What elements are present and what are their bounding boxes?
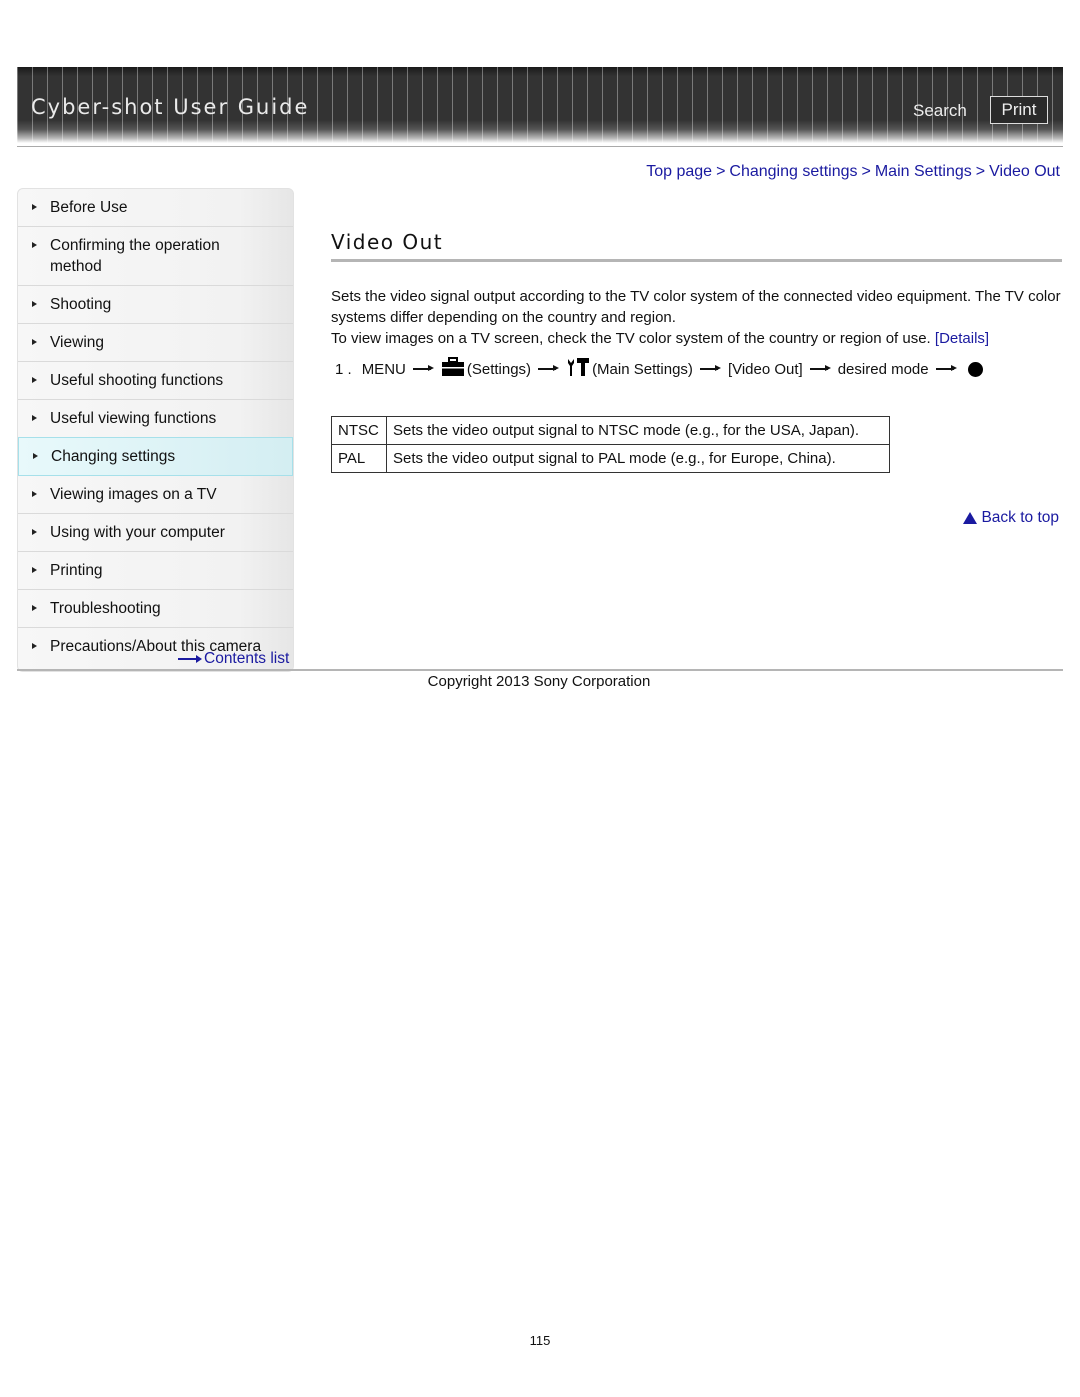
header-divider	[17, 146, 1063, 147]
back-to-top-label: Back to top	[981, 509, 1059, 526]
page-number: 115	[529, 1333, 551, 1348]
sidebar-item-useful-viewing[interactable]: Useful viewing functions	[18, 400, 293, 438]
intro-text: Sets the video signal output according t…	[331, 286, 1061, 349]
arrow-right-icon	[412, 366, 434, 371]
title-divider	[331, 259, 1062, 262]
sidebar-item-label: Viewing images on a TV	[50, 486, 217, 503]
caret-right-icon	[32, 643, 37, 649]
sidebar-item-confirming-operation[interactable]: Confirming the operation method	[18, 227, 293, 286]
step-main-settings: (Main Settings)	[592, 360, 693, 378]
sidebar-item-changing-settings[interactable]: Changing settings	[18, 437, 293, 476]
intro-sentence: To view images on a TV screen, check the…	[331, 330, 931, 347]
mode-description: Sets the video output signal to NTSC mod…	[386, 416, 890, 445]
page-title: Video Out	[331, 230, 444, 254]
breadcrumb: Top page > Changing settings > Main Settings…	[646, 163, 1060, 181]
contents-list-link[interactable]: Contents list	[178, 650, 289, 668]
sidebar-item-viewing[interactable]: Viewing	[18, 324, 293, 362]
sidebar-item-label: Printing	[50, 562, 103, 579]
center-button-icon	[967, 361, 983, 377]
breadcrumb-video-out[interactable]: Video Out	[989, 163, 1060, 180]
wrench-hammer-icon	[566, 357, 590, 381]
sidebar-item-label: Troubleshooting	[50, 600, 161, 617]
breadcrumb-main-settings[interactable]: Main Settings	[875, 163, 972, 180]
sidebar-item-shooting[interactable]: Shooting	[18, 286, 293, 324]
guide-title: Cyber-shot User Guide	[31, 95, 310, 119]
triangle-up-icon	[963, 512, 978, 524]
breadcrumb-separator: >	[861, 163, 871, 180]
breadcrumb-separator: >	[975, 163, 986, 180]
arrow-right-icon	[699, 366, 721, 371]
sidebar-item-using-computer[interactable]: Using with your computer	[18, 514, 293, 552]
arrow-right-icon	[178, 655, 202, 663]
back-to-top-link[interactable]: Back to top	[963, 509, 1059, 527]
arrow-right-icon	[809, 366, 831, 371]
video-mode-table: NTSC Sets the video output signal to NTS…	[331, 416, 890, 473]
sidebar-item-label: Using with your computer	[50, 524, 225, 541]
caret-right-icon	[33, 453, 38, 459]
sidebar-item-printing[interactable]: Printing	[18, 552, 293, 590]
step-settings: (Settings)	[466, 360, 532, 378]
mode-description: Sets the video output signal to PAL mode…	[386, 444, 890, 473]
caret-right-icon	[32, 415, 37, 421]
sidebar-item-label: Useful shooting functions	[50, 372, 224, 389]
caret-right-icon	[32, 605, 37, 611]
caret-right-icon	[32, 491, 37, 497]
caret-right-icon	[32, 529, 37, 535]
sidebar-item-label: Useful viewing functions	[50, 410, 217, 427]
sidebar-item-viewing-on-tv[interactable]: Viewing images on a TV	[18, 476, 293, 514]
sidebar-nav: Before Use Confirming the operation meth…	[17, 188, 294, 672]
step-video-out: [Video Out]	[727, 360, 803, 378]
step-desired-mode: desired mode	[837, 360, 929, 378]
arrow-right-icon	[538, 366, 560, 371]
sidebar-item-label: Changing settings	[51, 448, 176, 465]
table-row: PAL Sets the video output signal to PAL …	[331, 444, 890, 473]
details-link[interactable]: [Details]	[935, 330, 989, 347]
breadcrumb-changing-settings[interactable]: Changing settings	[729, 163, 857, 180]
caret-right-icon	[32, 339, 37, 345]
sidebar-item-useful-shooting[interactable]: Useful shooting functions	[18, 362, 293, 400]
toolbox-icon	[441, 357, 465, 381]
copyright-text: Copyright 2013 Sony Corporation	[427, 673, 651, 690]
search-link[interactable]: Search	[913, 101, 967, 121]
intro-paragraph: Sets the video signal output according t…	[331, 288, 1061, 326]
mode-key: PAL	[331, 444, 387, 473]
sidebar-item-label: Before Use	[50, 199, 128, 216]
caret-right-icon	[32, 242, 37, 248]
footer-divider	[17, 669, 1063, 671]
print-button[interactable]: Print	[990, 96, 1048, 124]
sidebar-item-label: Confirming the operation method	[50, 237, 220, 275]
caret-right-icon	[32, 301, 37, 307]
caret-right-icon	[32, 204, 37, 210]
arrow-right-icon	[935, 366, 957, 371]
breadcrumb-separator: >	[716, 163, 726, 180]
step-number: 1 .	[335, 360, 352, 378]
contents-list-label: Contents list	[204, 650, 290, 667]
procedure-step: 1 . MENU (Settings) (Main Settings) [Vid…	[335, 357, 983, 381]
caret-right-icon	[32, 567, 37, 573]
table-row: NTSC Sets the video output signal to NTS…	[331, 416, 890, 445]
caret-right-icon	[32, 377, 37, 383]
mode-key: NTSC	[331, 416, 387, 445]
sidebar-item-label: Viewing	[50, 334, 105, 351]
intro-paragraph-2: To view images on a TV screen, check the…	[331, 328, 1061, 349]
breadcrumb-top-page[interactable]: Top page	[646, 163, 712, 180]
sidebar-item-label: Shooting	[50, 296, 112, 313]
header-banner: Cyber-shot User Guide Search Print	[17, 67, 1063, 143]
sidebar-item-before-use[interactable]: Before Use	[18, 189, 293, 227]
sidebar-item-troubleshooting[interactable]: Troubleshooting	[18, 590, 293, 628]
step-menu: MENU	[361, 360, 406, 378]
